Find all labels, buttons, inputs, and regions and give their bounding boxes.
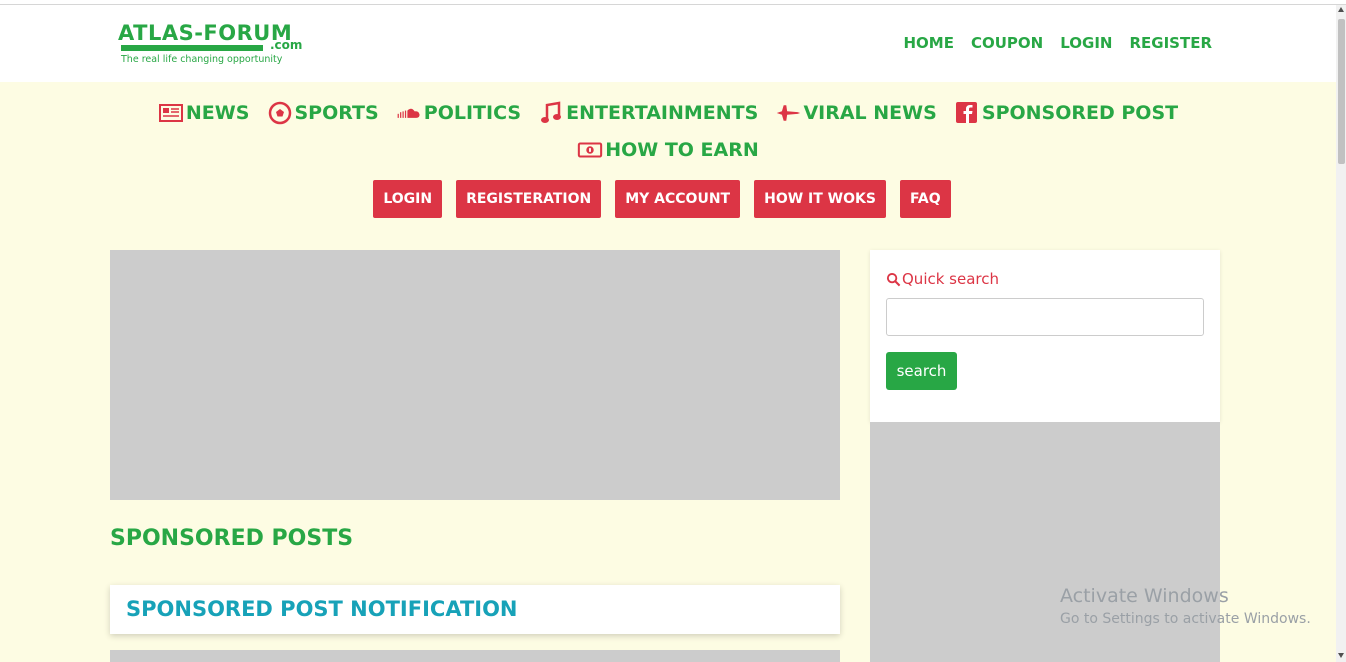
vertical-scrollbar[interactable] [1336,5,1346,662]
windows-activation-watermark: Activate Windows Go to Settings to activ… [1060,585,1311,627]
nav-register-link[interactable]: REGISTER [1129,34,1212,52]
category-nav: NEWS SPORTS POLITICS ENTERTAINMENTS VIRA… [130,98,1206,172]
sponsored-posts-heading: SPONSORED POSTS [110,526,354,551]
fighter-jet-icon [777,105,801,121]
category-viral-news-label: VIRAL NEWS [803,102,937,124]
nav-coupon-link[interactable]: COUPON [971,34,1043,52]
scrollbar-thumb[interactable] [1338,19,1345,164]
category-sponsored-post-label: SPONSORED POST [981,102,1179,124]
soundcloud-icon [397,108,420,118]
watermark-title: Activate Windows [1060,585,1229,607]
main-ad-placeholder [110,250,840,500]
category-politics-label: POLITICS [423,102,522,124]
search-icon [886,272,901,286]
top-nav: HOME COUPON LOGIN REGISTER [904,34,1213,52]
how-it-works-button[interactable]: HOW IT WOKS [754,180,886,218]
music-note-icon [541,101,562,123]
login-button[interactable]: LOGIN [373,180,443,218]
category-how-to-earn-label: HOW TO EARN [605,139,759,161]
category-entertainments-label: ENTERTAINMENTS [566,102,759,124]
site-logo[interactable]: ATLAS-FORUM .com The real life changing … [118,21,308,71]
category-news-label: NEWS [185,102,250,124]
nav-home-link[interactable]: HOME [904,34,954,52]
scroll-down-arrow-icon[interactable] [1338,653,1344,658]
action-button-row: LOGIN REGISTERATION MY ACCOUNT HOW IT WO… [0,180,1324,218]
soccer-ball-icon [268,101,291,125]
scroll-up-arrow-icon[interactable] [1338,7,1344,12]
logo-name: ATLAS-FORUM [118,21,293,45]
logo-domain: .com [270,38,303,52]
category-how-to-earn[interactable]: HOW TO EARN [577,135,759,165]
category-sports-label: SPORTS [294,102,379,124]
registration-button[interactable]: REGISTERATION [456,180,602,218]
category-entertainments[interactable]: ENTERTAINMENTS [538,98,758,128]
site-header: ATLAS-FORUM .com The real life changing … [0,5,1336,82]
category-news[interactable]: NEWS [158,98,250,128]
category-viral-news[interactable]: VIRAL NEWS [775,98,937,128]
quick-search-label: Quick search [886,270,999,288]
search-button[interactable]: search [886,352,957,390]
nav-login-link[interactable]: LOGIN [1060,34,1112,52]
search-input[interactable] [886,298,1204,336]
my-account-button[interactable]: MY ACCOUNT [615,180,741,218]
sponsored-notification-card[interactable]: SPONSORED POST NOTIFICATION [110,585,840,634]
category-sports[interactable]: SPORTS [267,98,379,128]
logo-underline [121,45,263,51]
facebook-icon [955,102,977,123]
quick-search-text: Quick search [902,270,1000,288]
notification-title: SPONSORED POST NOTIFICATION [126,597,518,621]
money-bill-icon [578,142,603,158]
logo-tagline: The real life changing opportunity [121,54,283,65]
newspaper-icon [158,104,183,122]
watermark-subtitle: Go to Settings to activate Windows. [1060,611,1311,627]
faq-button[interactable]: FAQ [899,180,951,218]
secondary-ad-placeholder [110,650,840,662]
quick-search-card: Quick search search [870,250,1220,422]
category-politics[interactable]: POLITICS [396,98,521,128]
category-sponsored-post[interactable]: SPONSORED POST [954,98,1178,128]
